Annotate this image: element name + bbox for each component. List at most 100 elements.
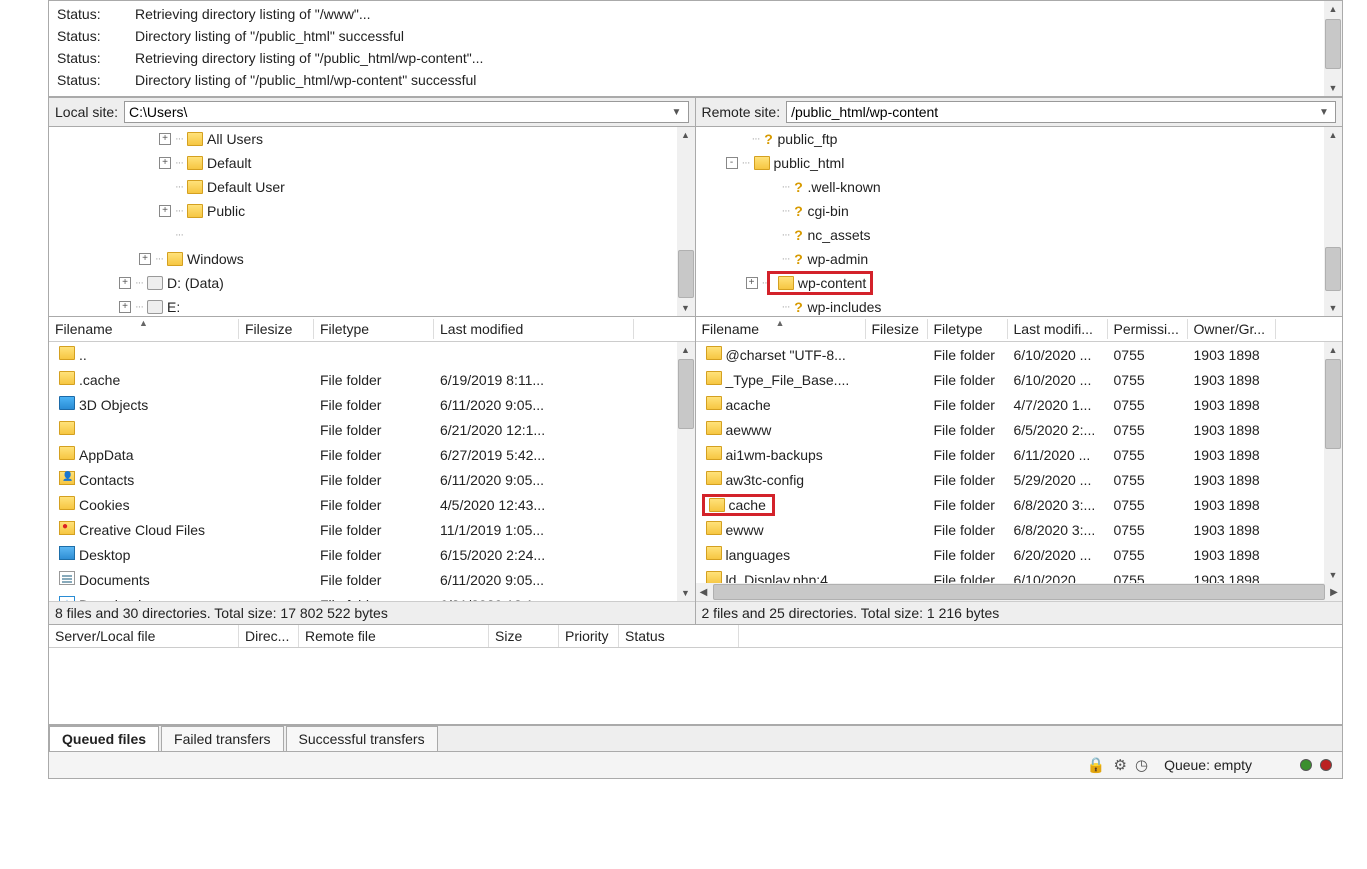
list-row[interactable]: ai1wm-backupsFile folder6/11/2020 ...075…: [696, 442, 1343, 467]
column-header[interactable]: Status: [619, 625, 739, 647]
queue-header[interactable]: Server/Local fileDirec...Remote fileSize…: [49, 625, 1342, 648]
scroll-down-icon[interactable]: ▼: [677, 585, 695, 601]
scroll-down-icon[interactable]: ▼: [1324, 80, 1342, 96]
remote-list-scrollbar[interactable]: ▲ ▼: [1324, 342, 1342, 583]
tree-item[interactable]: +···Default: [49, 151, 695, 175]
scrollbar-thumb[interactable]: [713, 584, 1326, 600]
tree-item[interactable]: ···Default User: [49, 175, 695, 199]
chevron-down-icon[interactable]: ▼: [1317, 107, 1331, 118]
remote-list-hscrollbar[interactable]: ◀ ▶: [696, 583, 1343, 601]
remote-tree[interactable]: ···?public_ftp-···public_html···?.well-k…: [696, 127, 1343, 316]
column-header[interactable]: Owner/Gr...: [1188, 319, 1276, 339]
local-path-combo[interactable]: ▼: [124, 101, 688, 123]
list-row[interactable]: _Type_File_Base....File folder6/10/2020 …: [696, 367, 1343, 392]
list-row[interactable]: ..: [49, 342, 695, 367]
list-row[interactable]: ld_Display.php:4...File folder6/10/2020 …: [696, 567, 1343, 583]
scroll-down-icon[interactable]: ▼: [677, 300, 695, 316]
scrollbar-thumb[interactable]: [678, 359, 694, 429]
tab-failed-transfers[interactable]: Failed transfers: [161, 726, 283, 751]
scroll-up-icon[interactable]: ▲: [1324, 127, 1342, 143]
list-row[interactable]: File folder6/21/2020 12:1...: [49, 417, 695, 442]
list-row[interactable]: aw3tc-configFile folder5/29/2020 ...0755…: [696, 467, 1343, 492]
local-list-header[interactable]: Filename▲FilesizeFiletypeLast modified: [49, 317, 695, 342]
expand-toggle[interactable]: +: [119, 301, 131, 313]
remote-file-list[interactable]: Filename▲FilesizeFiletypeLast modifi...P…: [696, 317, 1343, 624]
scroll-down-icon[interactable]: ▼: [1324, 300, 1342, 316]
column-header[interactable]: Direc...: [239, 625, 299, 647]
expand-toggle[interactable]: +: [119, 277, 131, 289]
list-row[interactable]: CookiesFile folder4/5/2020 12:43...: [49, 492, 695, 517]
expand-toggle[interactable]: +: [159, 205, 171, 217]
scrollbar-thumb[interactable]: [1325, 359, 1341, 449]
scroll-up-icon[interactable]: ▲: [1324, 1, 1342, 17]
scroll-left-icon[interactable]: ◀: [696, 583, 712, 601]
expand-toggle[interactable]: -: [726, 157, 738, 169]
local-tree[interactable]: +···All Users+···Default···Default User+…: [49, 127, 696, 316]
scrollbar-thumb[interactable]: [1325, 19, 1341, 69]
list-row[interactable]: ewwwFile folder6/8/2020 3:...07551903 18…: [696, 517, 1343, 542]
gear-icon[interactable]: ⚙: [1114, 756, 1127, 774]
expand-toggle[interactable]: +: [139, 253, 151, 265]
tree-item[interactable]: ···?cgi-bin: [696, 199, 1343, 223]
list-row[interactable]: AppDataFile folder6/27/2019 5:42...: [49, 442, 695, 467]
local-list-scrollbar[interactable]: ▲ ▼: [677, 342, 695, 601]
highlighted-item[interactable]: cache: [702, 494, 775, 516]
column-header[interactable]: Priority: [559, 625, 619, 647]
tree-item[interactable]: +···Public: [49, 199, 695, 223]
list-row[interactable]: languagesFile folder6/20/2020 ...0755190…: [696, 542, 1343, 567]
list-row[interactable]: acacheFile folder4/7/2020 1...07551903 1…: [696, 392, 1343, 417]
local-file-list[interactable]: Filename▲FilesizeFiletypeLast modified .…: [49, 317, 696, 624]
tab-queued-files[interactable]: Queued files: [49, 726, 159, 751]
tree-item[interactable]: ···?nc_assets: [696, 223, 1343, 247]
scrollbar-thumb[interactable]: [678, 250, 694, 298]
column-header[interactable]: Size: [489, 625, 559, 647]
tree-item[interactable]: +···D: (Data): [49, 271, 695, 295]
column-header[interactable]: Remote file: [299, 625, 489, 647]
tree-item[interactable]: +···Windows: [49, 247, 695, 271]
list-row[interactable]: aewwwFile folder6/5/2020 2:...07551903 1…: [696, 417, 1343, 442]
tree-item[interactable]: ···?wp-includes: [696, 295, 1343, 316]
column-header[interactable]: Last modified: [434, 319, 634, 339]
expand-toggle[interactable]: +: [746, 277, 758, 289]
column-header[interactable]: Filename▲: [49, 319, 239, 339]
scroll-up-icon[interactable]: ▲: [677, 127, 695, 143]
column-header[interactable]: Filesize: [239, 319, 314, 339]
scroll-up-icon[interactable]: ▲: [677, 342, 695, 358]
refresh-icon[interactable]: ◷: [1135, 756, 1148, 774]
list-row[interactable]: DocumentsFile folder6/11/2020 9:05...: [49, 567, 695, 592]
local-path-input[interactable]: [129, 104, 669, 120]
chevron-down-icon[interactable]: ▼: [670, 107, 684, 118]
column-header[interactable]: Permissi...: [1108, 319, 1188, 339]
scrollbar-thumb[interactable]: [1325, 247, 1341, 291]
tab-successful-transfers[interactable]: Successful transfers: [286, 726, 438, 751]
list-row[interactable]: ContactsFile folder6/11/2020 9:05...: [49, 467, 695, 492]
list-row[interactable]: cacheFile folder6/8/2020 3:...07551903 1…: [696, 492, 1343, 517]
tree-item[interactable]: +···E:: [49, 295, 695, 316]
tree-item[interactable]: ···?wp-admin: [696, 247, 1343, 271]
list-row[interactable]: .cacheFile folder6/19/2019 8:11...: [49, 367, 695, 392]
remote-list-header[interactable]: Filename▲FilesizeFiletypeLast modifi...P…: [696, 317, 1343, 342]
scroll-down-icon[interactable]: ▼: [1324, 567, 1342, 583]
list-row[interactable]: Creative Cloud FilesFile folder11/1/2019…: [49, 517, 695, 542]
column-header[interactable]: Filetype: [314, 319, 434, 339]
scroll-up-icon[interactable]: ▲: [1324, 342, 1342, 358]
list-row[interactable]: @charset "UTF-8...File folder6/10/2020 .…: [696, 342, 1343, 367]
column-header[interactable]: Filename▲: [696, 319, 866, 339]
tree-item[interactable]: ···: [49, 223, 695, 247]
remote-tree-scrollbar[interactable]: ▲ ▼: [1324, 127, 1342, 316]
list-row[interactable]: DownloadsFile folder6/21/2020 12:1...: [49, 592, 695, 601]
tree-item[interactable]: ···?.well-known: [696, 175, 1343, 199]
remote-path-input[interactable]: [791, 104, 1317, 120]
tree-item[interactable]: ···?public_ftp: [696, 127, 1343, 151]
remote-list-body[interactable]: @charset "UTF-8...File folder6/10/2020 .…: [696, 342, 1343, 583]
column-header[interactable]: Last modifi...: [1008, 319, 1108, 339]
expand-toggle[interactable]: +: [159, 133, 171, 145]
column-header[interactable]: Server/Local file: [49, 625, 239, 647]
tree-item[interactable]: +···All Users: [49, 127, 695, 151]
queue-body[interactable]: [49, 648, 1342, 724]
lock-icon[interactable]: 🔒: [1087, 756, 1106, 774]
list-row[interactable]: 3D ObjectsFile folder6/11/2020 9:05...: [49, 392, 695, 417]
highlighted-folder[interactable]: wp-content: [767, 271, 873, 295]
list-row[interactable]: DesktopFile folder6/15/2020 2:24...: [49, 542, 695, 567]
tree-item[interactable]: -···public_html: [696, 151, 1343, 175]
